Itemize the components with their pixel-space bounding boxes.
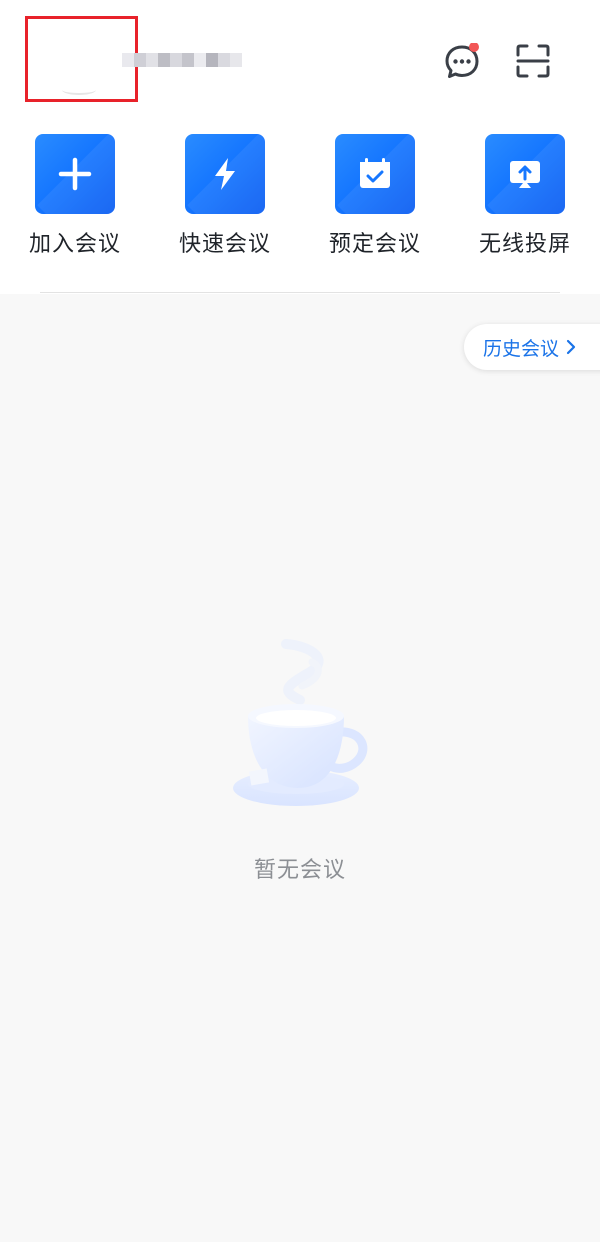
chevron-right-icon [566,339,576,355]
empty-state-text: 暂无会议 [253,858,346,883]
schedule-meeting-label: 预定会议 [328,232,421,257]
chat-bubble-icon [445,42,479,78]
username-masked [122,44,246,76]
schedule-meeting-button[interactable]: 预定会议 [300,132,450,262]
divider [40,292,560,293]
screen-cast-button[interactable]: 无线投屏 [450,132,600,262]
history-meetings-label: 历史会议 [483,337,560,360]
quick-meeting-button[interactable]: 快速会议 [150,132,300,262]
screen-cast-icon [510,161,540,188]
calendar-check-icon [360,158,390,188]
scan-icon [516,44,550,78]
scan-button[interactable] [515,43,551,79]
lightning-icon [215,158,235,190]
quick-meeting-label: 快速会议 [178,232,271,257]
avatar-placeholder [62,85,96,95]
header-panel: 加入会议 快速会议 预定会议 无线投屏 [0,0,600,294]
plus-icon [58,157,92,191]
schedule-meeting-tile [335,134,415,214]
coffee-cup-icon [233,639,368,806]
join-meeting-tile [35,134,115,214]
join-meeting-label: 加入会议 [28,232,121,257]
history-meetings-button[interactable]: 历史会议 [464,324,600,370]
quick-meeting-tile [185,134,265,214]
message-button[interactable] [443,42,481,81]
join-meeting-button[interactable]: 加入会议 [0,132,150,262]
quick-actions: 加入会议 快速会议 预定会议 无线投屏 [0,132,600,262]
screen-cast-tile [485,134,565,214]
screen-cast-label: 无线投屏 [478,232,571,257]
